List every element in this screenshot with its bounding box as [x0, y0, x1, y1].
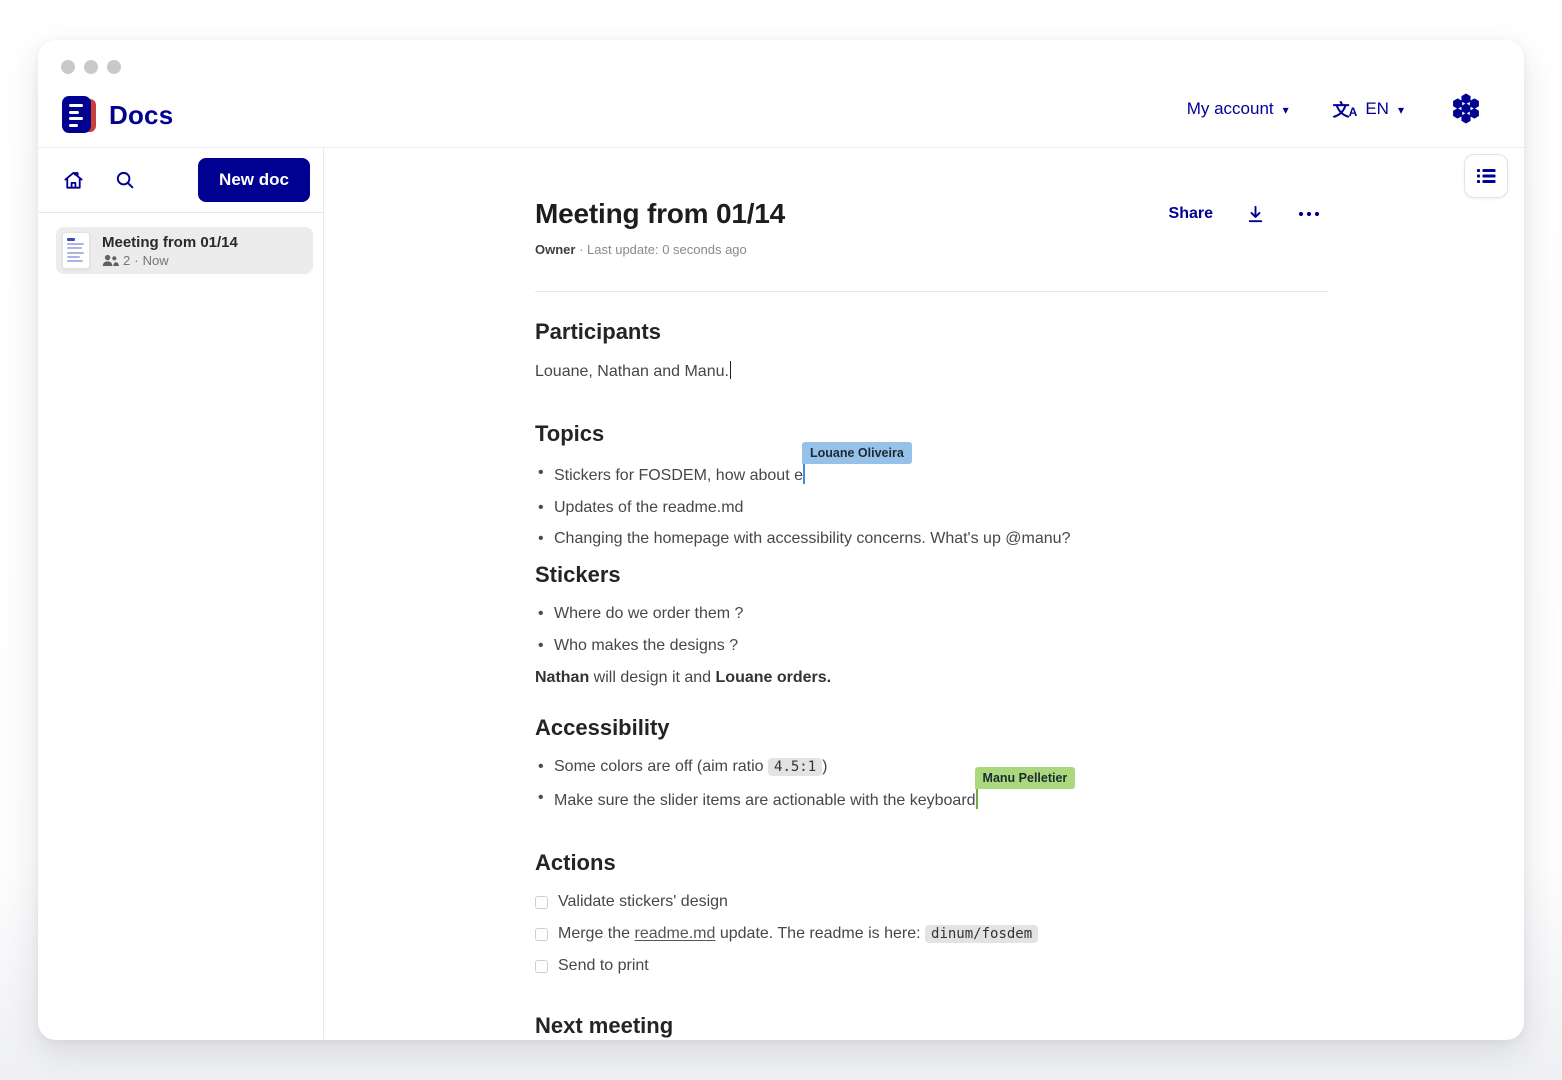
section-actions: Actions Validate stickers' design Merge … [535, 850, 1328, 975]
collab-cursor-label: Louane Oliveira [802, 442, 912, 464]
window-control-dot[interactable] [107, 60, 121, 74]
accessibility-item[interactable]: Some colors are off (aim ratio 4.5:1) [535, 758, 1328, 776]
topic-item[interactable]: Changing the homepage with accessibility… [535, 530, 1328, 548]
collab-cursor-manu: Manu Pelletier [976, 789, 978, 809]
repo-code: dinum/fosdem [925, 925, 1038, 943]
home-button[interactable] [62, 169, 85, 192]
topic-item[interactable]: Updates of the readme.md [535, 499, 1328, 517]
todo-item: Send to print [535, 957, 1328, 975]
readme-link[interactable]: readme.md [634, 925, 715, 942]
collab-cursor-label: Manu Pelletier [975, 767, 1076, 789]
actions-heading: Actions [535, 850, 1328, 876]
doc-item-title: Meeting from 01/14 [102, 234, 238, 251]
home-icon [62, 169, 85, 192]
document-editor[interactable]: Meeting from 01/14 Share [535, 148, 1328, 1039]
chevron-down-icon: ▾ [1398, 103, 1404, 117]
text-cursor [730, 361, 732, 379]
accessibility-item[interactable]: Make sure the slider items are actionabl… [535, 789, 1328, 810]
language-label: EN [1365, 99, 1389, 119]
more-options-button[interactable] [1298, 210, 1320, 218]
collab-cursor-louane: Louane Oliveira [803, 464, 805, 484]
language-selector[interactable]: 文A EN ▾ [1333, 96, 1404, 121]
sidebar-doc-item[interactable]: Meeting from 01/14 2 · Now [56, 227, 313, 274]
download-button[interactable] [1245, 204, 1266, 225]
download-icon [1245, 204, 1266, 225]
window-control-dot[interactable] [84, 60, 98, 74]
apps-hexagon-grid-icon [1448, 92, 1484, 125]
stickers-heading: Stickers [535, 562, 1328, 588]
app-header: Docs My account ▾ 文A EN ▾ [38, 40, 1524, 148]
section-stickers: Stickers Where do we order them ? Who ma… [535, 562, 1328, 687]
doc-item-count: 2 [123, 253, 130, 268]
todo-item: Validate stickers' design [535, 893, 1328, 911]
section-topics: Topics Stickers for FOSDEM, how about eL… [535, 421, 1328, 548]
last-update-text: · Last update: 0 seconds ago [579, 242, 747, 257]
todo-checkbox[interactable] [535, 960, 548, 973]
todo-item: Merge the readme.md update. The readme i… [535, 925, 1328, 943]
docs-logo-icon [62, 96, 97, 134]
sticker-item[interactable]: Where do we order them ? [535, 605, 1328, 623]
my-account-menu[interactable]: My account ▾ [1187, 99, 1289, 119]
topic-item[interactable]: Stickers for FOSDEM, how about eLouane O… [535, 464, 1328, 485]
todo-checkbox[interactable] [535, 928, 548, 941]
apps-grid-button[interactable] [1448, 92, 1484, 125]
stickers-note[interactable]: Nathan will design it and Louane orders. [535, 669, 1328, 687]
document-thumbnail-icon [62, 232, 90, 269]
accessibility-heading: Accessibility [535, 715, 1328, 741]
chevron-down-icon: ▾ [1283, 103, 1289, 117]
topics-heading: Topics [535, 421, 1328, 447]
app-window: Docs My account ▾ 文A EN ▾ [38, 40, 1524, 1040]
document-title[interactable]: Meeting from 01/14 [535, 198, 785, 230]
window-control-dot[interactable] [61, 60, 75, 74]
owner-badge: Owner [535, 242, 575, 257]
document-panel: Meeting from 01/14 Share [324, 148, 1524, 1039]
todo-checkbox[interactable] [535, 896, 548, 909]
translate-icon: 文A [1333, 96, 1357, 121]
sidebar: New doc Meeting from 01/14 2 [38, 148, 324, 1039]
window-controls [61, 60, 121, 74]
header-actions: My account ▾ 文A EN ▾ [1187, 92, 1484, 125]
people-icon [102, 254, 119, 267]
section-participants: Participants Louane, Nathan and Manu. [535, 319, 1328, 381]
participants-body[interactable]: Louane, Nathan and Manu. [535, 361, 1328, 381]
document-meta: Owner · Last update: 0 seconds ago [535, 242, 1328, 257]
doc-item-meta: 2 · Now [102, 253, 238, 268]
new-doc-button[interactable]: New doc [198, 158, 310, 202]
sidebar-toolbar: New doc [38, 148, 323, 213]
ratio-code: 4.5:1 [768, 758, 822, 776]
next-meeting-heading: Next meeting [535, 1013, 1328, 1039]
search-icon [114, 169, 136, 191]
sticker-item[interactable]: Who makes the designs ? [535, 637, 1328, 655]
doc-item-time: Now [143, 253, 169, 268]
search-button[interactable] [114, 169, 136, 191]
list-icon [1473, 163, 1499, 189]
app-logo[interactable]: Docs [62, 96, 173, 134]
doc-item-separator: · [134, 253, 138, 268]
share-button[interactable]: Share [1169, 205, 1213, 223]
my-account-label: My account [1187, 99, 1274, 119]
app-title: Docs [109, 100, 173, 131]
participants-heading: Participants [535, 319, 1328, 345]
table-of-contents-button[interactable] [1464, 154, 1508, 198]
divider [535, 291, 1328, 292]
document-actions: Share [1169, 204, 1328, 225]
ellipsis-icon [1298, 210, 1320, 218]
section-next-meeting: Next meeting [535, 1013, 1328, 1039]
section-accessibility: Accessibility Some colors are off (aim r… [535, 715, 1328, 811]
